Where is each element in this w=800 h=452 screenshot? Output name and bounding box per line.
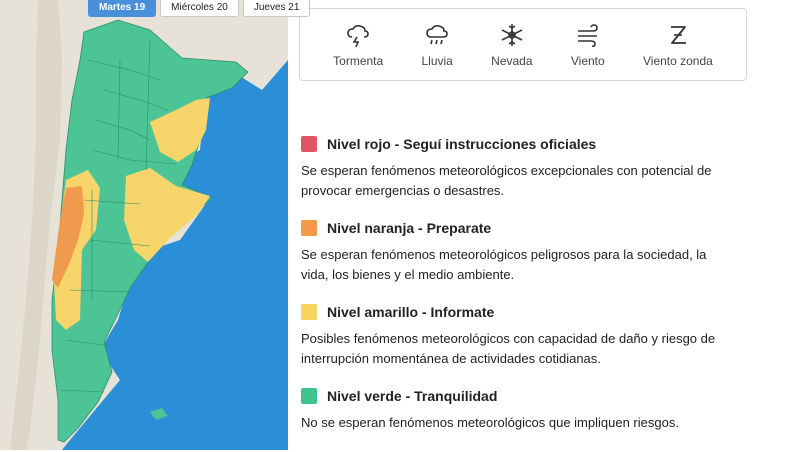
phenomenon-label: Lluvia: [421, 53, 453, 68]
zonda-wind-icon: [670, 25, 686, 44]
phenomenon-snow[interactable]: Nevada: [491, 22, 533, 68]
storm-icon: [347, 24, 369, 47]
phenomenon-storm[interactable]: Tormenta: [333, 22, 383, 68]
tab-miercoles[interactable]: Miércoles 20: [160, 0, 239, 17]
level-orange: Nivel naranja - Preparate Se esperan fen…: [301, 220, 721, 285]
phenomenon-label: Nevada: [491, 53, 533, 68]
alert-levels-legend: Nivel rojo - Seguí instrucciones oficial…: [301, 136, 721, 452]
red-swatch: [301, 136, 317, 152]
level-description: Se esperan fenómenos meteorológicos peli…: [301, 247, 707, 282]
alert-map[interactable]: [0, 0, 288, 450]
tab-jueves[interactable]: Jueves 21: [242, 0, 311, 17]
argentina-map[interactable]: [0, 0, 288, 450]
level-title: Nivel verde - Tranquilidad: [327, 388, 498, 404]
level-title: Nivel rojo - Seguí instrucciones oficial…: [327, 136, 597, 152]
malvinas: [150, 408, 168, 420]
level-description: Se esperan fenómenos meteorológicos exce…: [301, 163, 712, 198]
day-tabs: Martes 19 Miércoles 20 Jueves 21: [88, 0, 311, 17]
level-green: Nivel verde - Tranquilidad No se esperan…: [301, 388, 721, 433]
phenomenon-label: Viento zonda: [642, 53, 713, 68]
phenomena-selector: Tormenta Lluvia Nevada Viento Viento zon…: [299, 8, 747, 81]
level-title: Nivel naranja - Preparate: [327, 220, 492, 236]
level-red: Nivel rojo - Seguí instrucciones oficial…: [301, 136, 721, 201]
rain-icon: [426, 24, 448, 44]
phenomenon-wind[interactable]: Viento: [571, 22, 605, 68]
wind-icon: [577, 23, 598, 47]
yellow-swatch: [301, 304, 317, 320]
level-yellow: Nivel amarillo - Informate Posibles fenó…: [301, 304, 721, 369]
level-description: Posibles fenómenos meteorológicos con ca…: [301, 331, 716, 366]
phenomenon-label: Tormenta: [333, 53, 384, 68]
orange-swatch: [301, 220, 317, 236]
phenomenon-label: Viento: [570, 53, 605, 68]
level-title: Nivel amarillo - Informate: [327, 304, 495, 320]
level-description: No se esperan fenómenos meteorológicos q…: [301, 415, 679, 430]
phenomenon-zonda[interactable]: Viento zonda: [643, 22, 713, 68]
green-swatch: [301, 388, 317, 404]
snow-icon: [501, 23, 523, 46]
tab-martes[interactable]: Martes 19: [88, 0, 157, 17]
phenomenon-rain[interactable]: Lluvia: [422, 22, 453, 68]
